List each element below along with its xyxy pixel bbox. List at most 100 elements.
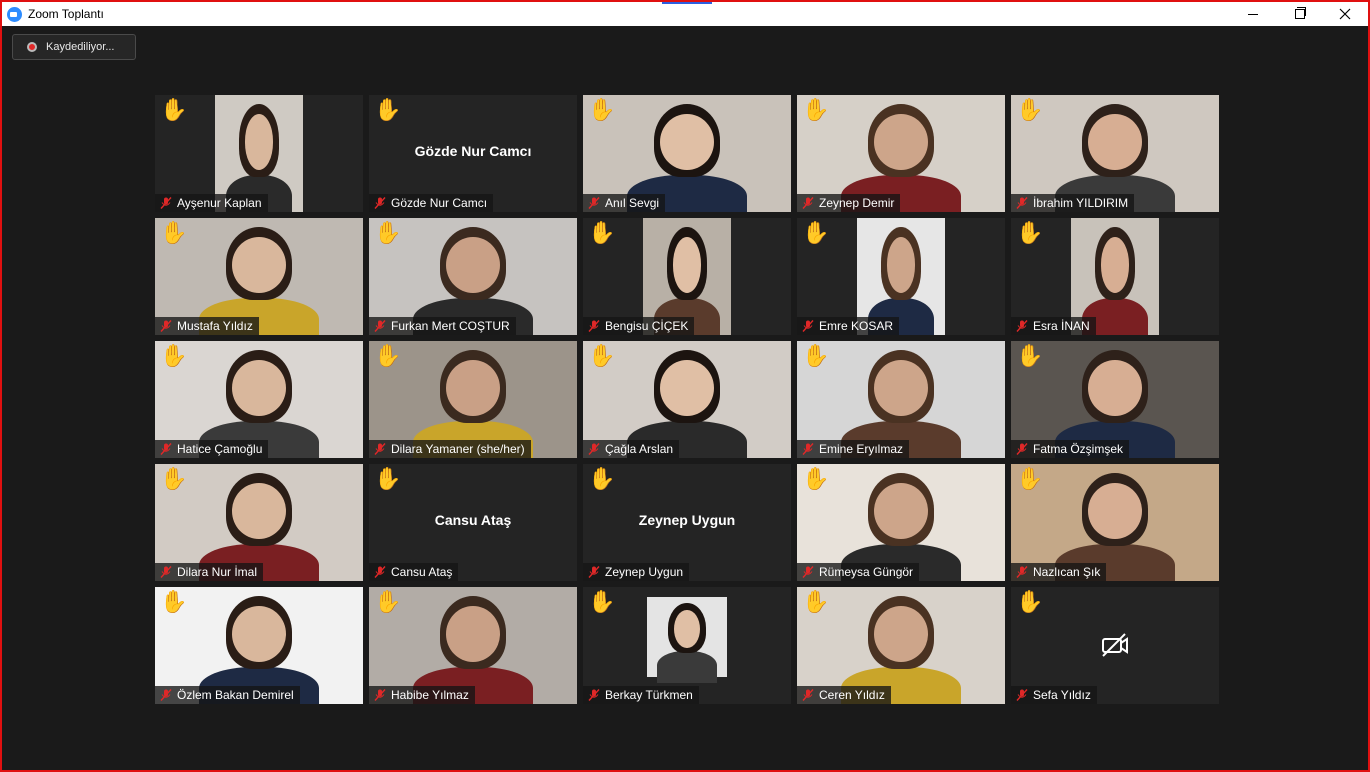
participant-name: Sefa Yıldız <box>1033 688 1091 702</box>
participant-tile[interactable]: ✋ Esra İNAN <box>1011 218 1219 335</box>
participant-name: Berkay Türkmen <box>605 688 693 702</box>
person-face <box>1088 113 1142 170</box>
participant-name: Emine Eryılmaz <box>819 442 904 456</box>
person-face <box>886 236 916 293</box>
participant-tile[interactable]: ✋ Ayşenur Kaplan <box>155 95 363 212</box>
participant-display-name: Gözde Nur Camcı <box>414 143 532 159</box>
participant-name-label: Emine Eryılmaz <box>797 440 910 458</box>
participant-tile[interactable]: Gözde Nur Camcı ✋ Gözde Nur Camcı <box>369 95 577 212</box>
participant-name-label: Dilara Yamaner (she/her) <box>369 440 531 458</box>
close-icon <box>1339 8 1351 20</box>
raised-hand-icon: ✋ <box>374 344 402 369</box>
mic-off-icon <box>1016 443 1028 455</box>
mic-off-icon <box>374 320 386 332</box>
participant-tile[interactable]: ✋ Ceren Yıldız <box>797 587 1005 704</box>
participant-tile[interactable]: ✋ Emre KOSAR <box>797 218 1005 335</box>
participant-name-label: Mustafa Yıldız <box>155 317 259 335</box>
mic-off-icon <box>588 689 600 701</box>
participant-display-name: Cansu Ataş <box>434 512 512 528</box>
participant-tile[interactable]: ✋ Nazlıcan Şık <box>1011 464 1219 581</box>
participant-name: Zeynep Demir <box>819 196 895 210</box>
mic-off-icon <box>588 566 600 578</box>
raised-hand-icon: ✋ <box>1016 467 1044 492</box>
participant-tile[interactable]: ✋ Bengisu ÇİÇEK <box>583 218 791 335</box>
participant-tile[interactable]: ✋ Zeynep Demir <box>797 95 1005 212</box>
raised-hand-icon: ✋ <box>1016 344 1044 369</box>
participant-name-label: Anıl Sevgi <box>583 194 666 212</box>
participant-tile[interactable]: ✋ Furkan Mert COŞTUR <box>369 218 577 335</box>
zoom-logo-icon <box>7 7 22 22</box>
mic-off-icon <box>588 443 600 455</box>
participant-name: Özlem Bakan Demirel <box>177 688 294 702</box>
participant-name: Mustafa Yıldız <box>177 319 253 333</box>
person-face <box>660 359 714 416</box>
mic-off-icon <box>374 197 386 209</box>
recording-button[interactable]: Kaydediliyor... <box>12 34 136 60</box>
participant-name: Anıl Sevgi <box>605 196 660 210</box>
raised-hand-icon: ✋ <box>160 467 188 492</box>
participant-name-label: Özlem Bakan Demirel <box>155 686 300 704</box>
participant-name-label: Hatice Çamoğlu <box>155 440 269 458</box>
participant-name: Ceren Yıldız <box>819 688 885 702</box>
participant-name: Hatice Çamoğlu <box>177 442 263 456</box>
person-face <box>446 359 500 416</box>
mic-off-icon <box>588 320 600 332</box>
minimize-button[interactable] <box>1230 2 1276 26</box>
participant-tile[interactable]: Cansu Ataş ✋ Cansu Ataş <box>369 464 577 581</box>
participant-name: Cansu Ataş <box>391 565 453 579</box>
participant-name-label: Dilara Nur İmal <box>155 563 264 581</box>
raised-hand-icon: ✋ <box>802 467 830 492</box>
person-face <box>1088 359 1142 416</box>
mic-off-icon <box>160 443 172 455</box>
raised-hand-icon: ✋ <box>588 98 616 123</box>
raised-hand-icon: ✋ <box>160 590 188 615</box>
participant-tile[interactable]: ✋ Dilara Nur İmal <box>155 464 363 581</box>
person-face <box>446 236 500 293</box>
participant-tile[interactable]: ✋ Dilara Yamaner (she/her) <box>369 341 577 458</box>
participant-tile[interactable]: ✋ Çağla Arslan <box>583 341 791 458</box>
participant-gallery: ✋ Ayşenur Kaplan Gözde Nur Camcı ✋ Gözde Nur… <box>155 95 1219 704</box>
participant-name-label: Ceren Yıldız <box>797 686 891 704</box>
participant-tile[interactable]: ✋ Sefa Yıldız <box>1011 587 1219 704</box>
participant-name: Emre KOSAR <box>819 319 894 333</box>
participant-name: Dilara Nur İmal <box>177 565 258 579</box>
raised-hand-icon: ✋ <box>374 590 402 615</box>
participant-name: Ayşenur Kaplan <box>177 196 262 210</box>
mic-off-icon <box>802 320 814 332</box>
person-face <box>672 236 702 293</box>
participant-tile[interactable]: ✋ Berkay Türkmen <box>583 587 791 704</box>
participant-tile[interactable]: ✋ Hatice Çamoğlu <box>155 341 363 458</box>
person-face <box>446 605 500 662</box>
participant-name-label: Emre KOSAR <box>797 317 900 335</box>
recording-label: Kaydediliyor... <box>46 41 115 53</box>
window-title: Zoom Toplantı <box>28 7 104 21</box>
participant-name-label: Sefa Yıldız <box>1011 686 1097 704</box>
zoom-window: Zoom Toplantı Kaydediliyor... ✋ Ayşenur K… <box>0 0 1370 772</box>
person-face <box>674 609 700 649</box>
raised-hand-icon: ✋ <box>160 98 188 123</box>
participant-tile[interactable]: ✋ Fatma Özşimşek <box>1011 341 1219 458</box>
participant-name: Nazlıcan Şık <box>1033 565 1101 579</box>
camera-off-icon <box>1102 633 1128 657</box>
mic-off-icon <box>802 197 814 209</box>
person-face <box>232 236 286 293</box>
mic-off-icon <box>1016 197 1028 209</box>
participant-name-label: Cansu Ataş <box>369 563 459 581</box>
participant-tile[interactable]: ✋ Özlem Bakan Demirel <box>155 587 363 704</box>
participant-tile[interactable]: ✋ Habibe Yılmaz <box>369 587 577 704</box>
raised-hand-icon: ✋ <box>802 98 830 123</box>
maximize-button[interactable] <box>1276 2 1322 26</box>
participant-tile[interactable]: ✋ Mustafa Yıldız <box>155 218 363 335</box>
close-button[interactable] <box>1322 2 1368 26</box>
participant-name: Bengisu ÇİÇEK <box>605 319 689 333</box>
participant-tile[interactable]: ✋ Rümeysa Güngör <box>797 464 1005 581</box>
participant-tile[interactable]: ✋ Emine Eryılmaz <box>797 341 1005 458</box>
participant-tile[interactable]: ✋ İbrahim YILDIRIM <box>1011 95 1219 212</box>
mic-off-icon <box>160 197 172 209</box>
participant-tile[interactable]: Zeynep Uygun ✋ Zeynep Uygun <box>583 464 791 581</box>
participant-name: Habibe Yılmaz <box>391 688 469 702</box>
participant-name-label: Rümeysa Güngör <box>797 563 920 581</box>
mic-off-icon <box>160 320 172 332</box>
participant-name: Esra İNAN <box>1033 319 1090 333</box>
participant-tile[interactable]: ✋ Anıl Sevgi <box>583 95 791 212</box>
